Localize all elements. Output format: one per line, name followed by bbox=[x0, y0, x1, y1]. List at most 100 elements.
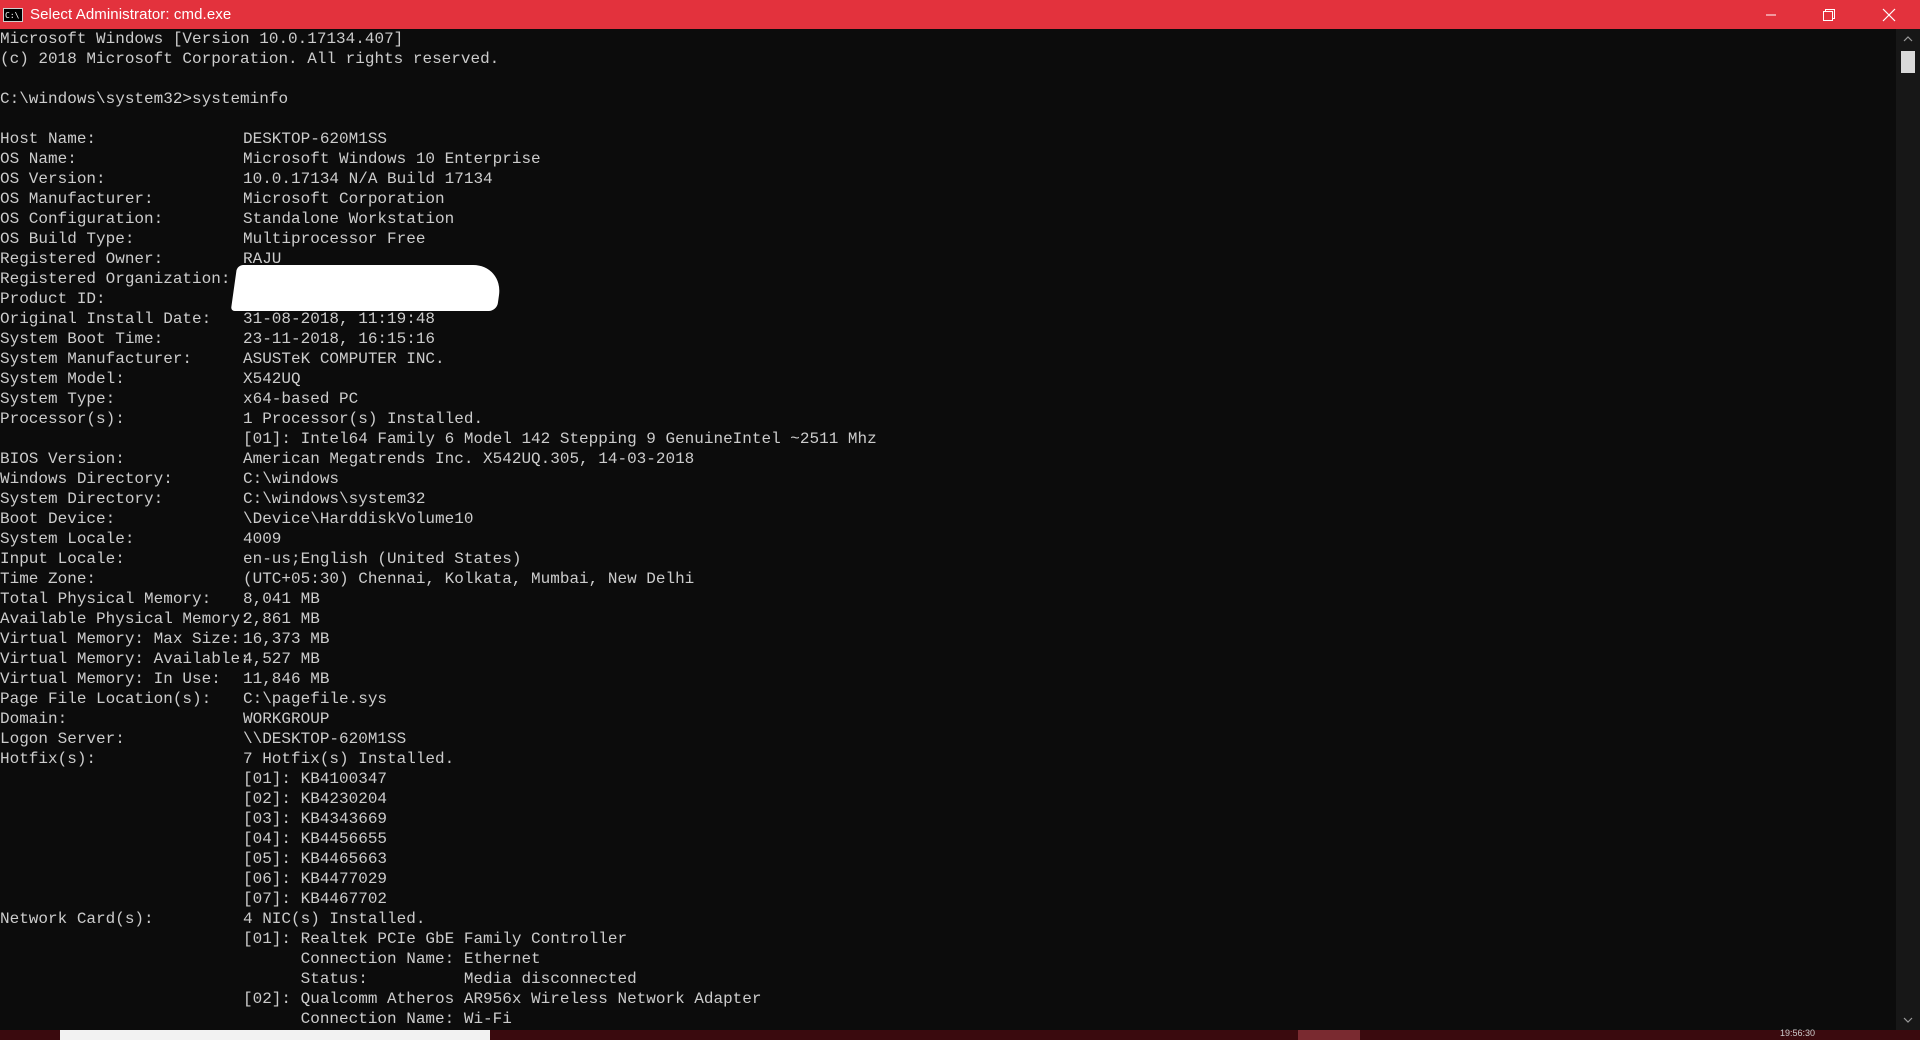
sysinfo-row: System Type: x64-based PC bbox=[0, 389, 1896, 409]
sysinfo-row: OS Build Type: Multiprocessor Free bbox=[0, 229, 1896, 249]
sysinfo-value: 7 Hotfix(s) Installed. bbox=[243, 750, 455, 768]
sysinfo-value: 16,373 MB bbox=[243, 630, 330, 648]
sysinfo-row: System Manufacturer: ASUSTeK COMPUTER INC… bbox=[0, 349, 1896, 369]
sysinfo-row: Page File Location(s): C:\pagefile.sys bbox=[0, 689, 1896, 709]
close-icon bbox=[1882, 8, 1896, 21]
sysinfo-value: C:\windows\system32 bbox=[243, 490, 426, 508]
sysinfo-value: 2,861 MB bbox=[243, 610, 320, 628]
sysinfo-label: Time Zone: bbox=[0, 570, 97, 588]
sysinfo-row: [01]: Realtek PCIe GbE Family Controller bbox=[0, 929, 1896, 949]
sysinfo-value: x64-based PC bbox=[243, 390, 359, 408]
sysinfo-value: [01]: KB4100347 bbox=[243, 770, 388, 788]
sysinfo-value: ASUSTeK COMPUTER INC. bbox=[243, 350, 445, 368]
sysinfo-row: [07]: KB4467702 bbox=[0, 889, 1896, 909]
sysinfo-row: [01]: KB4100347 bbox=[0, 769, 1896, 789]
minimize-button[interactable] bbox=[1742, 0, 1800, 29]
sysinfo-row: Virtual Memory: In Use: 11,846 MB bbox=[0, 669, 1896, 689]
sysinfo-label: Hotfix(s): bbox=[0, 750, 97, 768]
sysinfo-row: System Locale: 4009 bbox=[0, 529, 1896, 549]
sysinfo-value: 23-11-2018, 16:15:16 bbox=[243, 330, 436, 348]
sysinfo-label: System Manufacturer: bbox=[0, 350, 193, 368]
sysinfo-label: Processor(s): bbox=[0, 410, 125, 428]
title-bar[interactable]: C:\ Select Administrator: cmd.exe bbox=[0, 0, 1920, 29]
taskbar-search-box[interactable] bbox=[60, 1030, 490, 1040]
sysinfo-label: Virtual Memory: In Use: bbox=[0, 670, 221, 688]
scroll-down-button[interactable] bbox=[1896, 1010, 1920, 1030]
sysinfo-value: (UTC+05:30) Chennai, Kolkata, Mumbai, Ne… bbox=[243, 570, 695, 588]
sysinfo-label: Network Card(s): bbox=[0, 910, 154, 928]
sysinfo-label: OS Version: bbox=[0, 170, 106, 188]
sysinfo-label: System Boot Time: bbox=[0, 330, 164, 348]
sysinfo-label: Virtual Memory: Available: bbox=[0, 650, 250, 668]
redaction-mark bbox=[230, 265, 504, 311]
sysinfo-value: 4 NIC(s) Installed. bbox=[243, 910, 426, 928]
scrollbar-thumb[interactable] bbox=[1901, 51, 1915, 73]
sysinfo-row: Original Install Date: 31-08-2018, 11:19:… bbox=[0, 309, 1896, 329]
sysinfo-value: [05]: KB4465663 bbox=[243, 850, 388, 868]
sysinfo-value: \\DESKTOP-620M1SS bbox=[243, 730, 407, 748]
sysinfo-value: Standalone Workstation bbox=[243, 210, 455, 228]
sysinfo-value: 31-08-2018, 11:19:48 bbox=[243, 310, 436, 328]
sysinfo-row: Processor(s): 1 Processor(s) Installed. bbox=[0, 409, 1896, 429]
sysinfo-row: OS Manufacturer: Microsoft Corporation bbox=[0, 189, 1896, 209]
window-title: Select Administrator: cmd.exe bbox=[30, 6, 232, 23]
sysinfo-value: Connection Name: Ethernet bbox=[243, 950, 541, 968]
sysinfo-value: 4009 bbox=[243, 530, 282, 548]
sysinfo-row: Available Physical Memory: 2,861 MB bbox=[0, 609, 1896, 629]
sysinfo-row: Time Zone: (UTC+05:30) Chennai, Kolkata, … bbox=[0, 569, 1896, 589]
sysinfo-value: 10.0.17134 N/A Build 17134 bbox=[243, 170, 493, 188]
console-output[interactable]: Microsoft Windows [Version 10.0.17134.40… bbox=[0, 29, 1896, 1030]
sysinfo-row: Virtual Memory: Max Size: 16,373 MB bbox=[0, 629, 1896, 649]
sysinfo-row: [06]: KB4477029 bbox=[0, 869, 1896, 889]
sysinfo-row: Windows Directory: C:\windows bbox=[0, 469, 1896, 489]
sysinfo-label: Virtual Memory: Max Size: bbox=[0, 630, 241, 648]
sysinfo-label: Product ID: bbox=[0, 290, 106, 308]
sysinfo-label: Windows Directory: bbox=[0, 470, 173, 488]
scroll-up-button[interactable] bbox=[1896, 29, 1920, 49]
sysinfo-label: System Directory: bbox=[0, 490, 164, 508]
sysinfo-value: X542UQ bbox=[243, 370, 301, 388]
cmd-icon: C:\ bbox=[3, 7, 23, 22]
sysinfo-row: OS Configuration: Standalone Workstation bbox=[0, 209, 1896, 229]
sysinfo-row: [05]: KB4465663 bbox=[0, 849, 1896, 869]
sysinfo-row: Host Name: DESKTOP-620M1SS bbox=[0, 129, 1896, 149]
sysinfo-label: OS Build Type: bbox=[0, 230, 135, 248]
sysinfo-label: Logon Server: bbox=[0, 730, 125, 748]
sysinfo-label: Boot Device: bbox=[0, 510, 116, 528]
sysinfo-row: OS Version: 10.0.17134 N/A Build 17134 bbox=[0, 169, 1896, 189]
sysinfo-label: OS Name: bbox=[0, 150, 77, 168]
close-button[interactable] bbox=[1858, 0, 1920, 29]
sysinfo-value: 8,041 MB bbox=[243, 590, 320, 608]
sysinfo-row: [02]: Qualcomm Atheros AR956x Wireless N… bbox=[0, 989, 1896, 1009]
sysinfo-value: \Device\HarddiskVolume10 bbox=[243, 510, 474, 528]
sysinfo-row: Connection Name: Wi-Fi bbox=[0, 1009, 1896, 1029]
sysinfo-value: Microsoft Windows 10 Enterprise bbox=[243, 150, 541, 168]
taskbar-clock: 19:56:30 bbox=[1780, 1028, 1816, 1038]
sysinfo-value: Multiprocessor Free bbox=[243, 230, 426, 248]
sysinfo-label: BIOS Version: bbox=[0, 450, 125, 468]
sysinfo-value: [01]: Realtek PCIe GbE Family Controller bbox=[243, 930, 628, 948]
sysinfo-label: Host Name: bbox=[0, 130, 97, 148]
sysinfo-row: Boot Device: \Device\HarddiskVolume10 bbox=[0, 509, 1896, 529]
taskbar-active-app[interactable] bbox=[1298, 1030, 1360, 1040]
console-line: C:\windows\system32>systeminfo bbox=[0, 90, 289, 108]
sysinfo-value: Microsoft Corporation bbox=[243, 190, 445, 208]
console-line: Microsoft Windows [Version 10.0.17134.40… bbox=[0, 30, 404, 48]
sysinfo-row: Logon Server: \\DESKTOP-620M1SS bbox=[0, 729, 1896, 749]
chevron-down-icon bbox=[1903, 1017, 1913, 1023]
sysinfo-label: Total Physical Memory: bbox=[0, 590, 212, 608]
sysinfo-value: [01]: Intel64 Family 6 Model 142 Steppin… bbox=[243, 430, 877, 448]
sysinfo-row: [04]: KB4456655 bbox=[0, 829, 1896, 849]
sysinfo-value: [06]: KB4477029 bbox=[243, 870, 388, 888]
vertical-scrollbar[interactable] bbox=[1896, 29, 1920, 1030]
sysinfo-row: Input Locale: en-us;English (United State… bbox=[0, 549, 1896, 569]
console-line: (c) 2018 Microsoft Corporation. All righ… bbox=[0, 50, 500, 68]
restore-button[interactable] bbox=[1800, 0, 1858, 29]
sysinfo-value: [03]: KB4343669 bbox=[243, 810, 388, 828]
sysinfo-row: [02]: KB4230204 bbox=[0, 789, 1896, 809]
sysinfo-row: Network Card(s): 4 NIC(s) Installed. bbox=[0, 909, 1896, 929]
sysinfo-value: C:\windows bbox=[243, 470, 340, 488]
sysinfo-row: Hotfix(s): 7 Hotfix(s) Installed. bbox=[0, 749, 1896, 769]
